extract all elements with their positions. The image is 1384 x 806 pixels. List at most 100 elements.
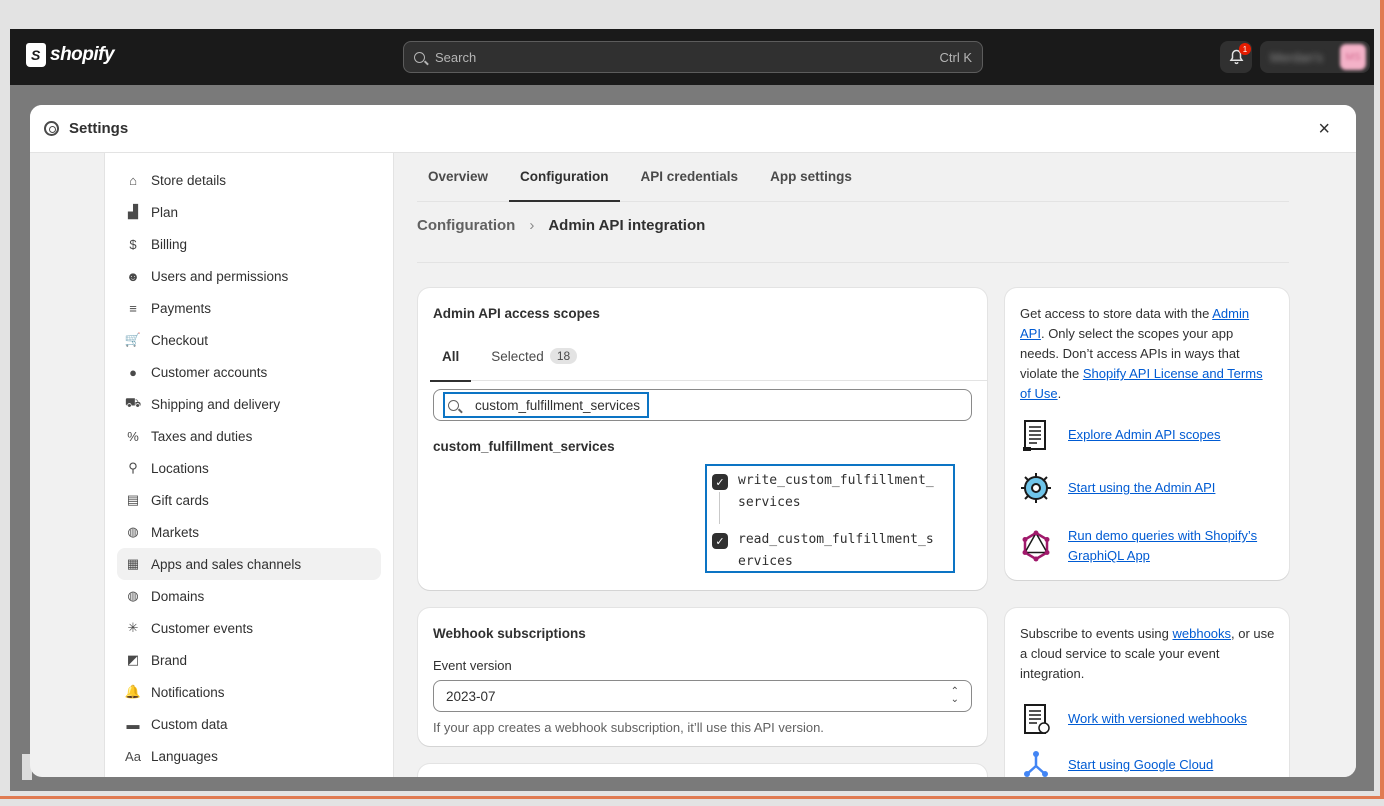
sidebar-item-label: Plan xyxy=(151,204,179,220)
webhooks-link[interactable]: webhooks xyxy=(1172,626,1231,641)
language-icon: Aa xyxy=(125,748,141,764)
breadcrumb-current: Admin API integration xyxy=(548,217,706,234)
sidebar-item-label: Locations xyxy=(151,460,209,476)
window-bottom-edge xyxy=(0,796,1384,806)
sidebar-item-label: Notifications xyxy=(151,684,225,700)
admin-api-info-text: Get access to store data with the Admin … xyxy=(1020,304,1275,404)
sidebar-item-plan[interactable]: ▟ Plan xyxy=(117,196,381,228)
notifications-button[interactable]: 1 xyxy=(1220,41,1252,73)
sidebar-item-label: Customer accounts xyxy=(151,364,268,380)
event-version-value: 2023-07 xyxy=(446,688,496,704)
scope-tab-all[interactable]: All xyxy=(430,331,472,382)
account-menu-button[interactable]: Merdan's MS xyxy=(1260,41,1370,73)
users-icon: ☻ xyxy=(126,268,140,284)
globe-icon: ◍ xyxy=(127,524,139,539)
gift-card-icon: ▤ xyxy=(126,492,140,507)
breadcrumb-parent-link[interactable]: Configuration xyxy=(417,217,515,234)
tab-overview[interactable]: Overview xyxy=(417,152,499,201)
resource-explore-scopes[interactable]: Explore Admin API scopes xyxy=(1020,418,1278,452)
sidebar-item-label: Checkout xyxy=(151,332,209,348)
settings-sidebar: ⌂ Store details ▟ Plan $ Billing ☻ Users and pe… xyxy=(104,153,394,777)
webhook-card-title: Webhook subscriptions xyxy=(433,626,586,641)
billing-icon: $ xyxy=(129,236,137,252)
info-text-part: . xyxy=(1057,386,1062,401)
tab-configuration[interactable]: Configuration xyxy=(509,152,621,202)
sidebar-item-label: Brand xyxy=(151,652,188,668)
global-search-input[interactable]: Search Ctrl K xyxy=(403,41,983,73)
resource-start-admin-api[interactable]: Start using the Admin API xyxy=(1020,471,1278,505)
event-version-label: Event version xyxy=(433,658,512,673)
sidebar-item-label: Users and permissions xyxy=(151,268,289,284)
sidebar-item-label: Gift cards xyxy=(151,492,209,508)
sidebar-item-payments[interactable]: ≡ Payments xyxy=(117,292,381,324)
webhook-info-text: Subscribe to events using webhooks, or u… xyxy=(1020,624,1275,684)
scope-group-title: custom_fulfillment_services xyxy=(433,439,615,454)
sidebar-item-label: Apps and sales channels xyxy=(151,556,302,572)
notification-badge: 1 xyxy=(1239,43,1251,55)
sidebar-item-label: Custom data xyxy=(151,716,228,732)
event-version-select[interactable]: 2023-07 ⌃ ⌄ xyxy=(433,680,972,712)
avatar: MS xyxy=(1340,44,1366,70)
top-bar: shopify Search Ctrl K 1 Merdan's MS xyxy=(10,29,1374,85)
sidebar-item-checkout[interactable]: 🛒 Checkout xyxy=(117,324,381,356)
sidebar-item-customer-accounts[interactable]: ● Customer accounts xyxy=(117,356,381,388)
sidebar-item-domains[interactable]: ◍ Domains xyxy=(117,580,381,612)
scope-tab-all-label: All xyxy=(442,348,460,364)
selected-count-badge: 18 xyxy=(549,348,578,364)
sidebar-item-markets[interactable]: ◍ Markets xyxy=(117,516,381,548)
event-version-help: If your app creates a webhook subscripti… xyxy=(433,720,824,735)
tab-api-credentials[interactable]: API credentials xyxy=(630,152,750,201)
sidebar-item-store-details[interactable]: ⌂ Store details xyxy=(117,164,381,196)
shopify-logo[interactable]: shopify xyxy=(26,43,115,67)
sidebar-item-taxes-and-duties[interactable]: % Taxes and duties xyxy=(117,420,381,452)
resource-link-label: Work with versioned webhooks xyxy=(1068,711,1247,726)
resource-google-cloud[interactable]: Start using Google Cloud xyxy=(1020,748,1278,777)
read-scope-label[interactable]: read_custom_fulfillment_services xyxy=(738,529,938,573)
write-scope-label[interactable]: write_custom_fulfillment_services xyxy=(738,470,938,514)
sidebar-item-gift-cards[interactable]: ▤ Gift cards xyxy=(117,484,381,516)
sidebar-item-notifications[interactable]: 🔔 Notifications xyxy=(117,676,381,708)
sidebar-item-languages[interactable]: Aa Languages xyxy=(117,740,381,772)
sidebar-item-apps-and-sales-channels[interactable]: ▦ Apps and sales channels xyxy=(117,548,381,580)
scopes-card-title: Admin API access scopes xyxy=(433,306,600,321)
folder-icon: ▬ xyxy=(126,716,140,732)
sidebar-item-brand[interactable]: ◩ Brand xyxy=(117,644,381,676)
app-tabs: Overview Configuration API credentials A… xyxy=(417,153,1289,202)
scope-filter-tabs: All Selected 18 xyxy=(430,331,987,382)
gear-badge-icon xyxy=(1021,473,1051,503)
search-icon xyxy=(448,399,459,411)
permissions-highlight-box: ✓ write_custom_fulfillment_services ✓ re… xyxy=(705,464,955,573)
brand-icon: ◩ xyxy=(126,652,140,667)
resource-versioned-webhooks[interactable]: Work with versioned webhooks xyxy=(1020,702,1278,736)
sidebar-item-label: Domains xyxy=(151,588,205,604)
sidebar-item-label: Customer events xyxy=(151,620,254,636)
read-scope-checkbox[interactable]: ✓ xyxy=(712,533,728,549)
sidebar-item-users-and-permissions[interactable]: ☻ Users and permissions xyxy=(117,260,381,292)
sidebar-item-customer-events[interactable]: ✳ Customer events xyxy=(117,612,381,644)
scope-tab-selected[interactable]: Selected 18 xyxy=(479,331,589,381)
sidebar-item-shipping-and-delivery[interactable]: ⛟ Shipping and delivery xyxy=(117,388,381,420)
sidebar-item-label: Billing xyxy=(151,236,188,252)
graphql-icon xyxy=(1022,530,1050,562)
info-text-part: Get access to store data with the xyxy=(1020,306,1213,321)
info-text-part: Subscribe to events using xyxy=(1020,626,1173,641)
sidebar-item-billing[interactable]: $ Billing xyxy=(117,228,381,260)
scroll-icon xyxy=(1023,420,1046,451)
write-scope-checkbox[interactable]: ✓ xyxy=(712,474,728,490)
next-card xyxy=(418,764,987,777)
chevron-right-icon: › xyxy=(529,217,535,234)
sidebar-item-label: Languages xyxy=(151,748,218,764)
tab-app-settings[interactable]: App settings xyxy=(759,152,863,201)
sidebar-item-locations[interactable]: ⚲ Locations xyxy=(117,452,381,484)
close-button[interactable]: × xyxy=(1318,118,1330,141)
sidebar-item-custom-data[interactable]: ▬ Custom data xyxy=(117,708,381,740)
search-highlight-box xyxy=(443,392,649,418)
payments-icon: ≡ xyxy=(129,300,137,316)
permission-connector xyxy=(719,492,720,524)
cursor-icon: ✳ xyxy=(127,620,139,635)
cloud-icon xyxy=(1024,751,1048,777)
webhook-info-card: Subscribe to events using webhooks, or u… xyxy=(1005,608,1289,777)
resource-graphiql[interactable]: Run demo queries with Shopify’s GraphiQL… xyxy=(1020,526,1278,566)
scope-search-input[interactable]: custom_fulfillment_services xyxy=(433,389,972,421)
bell-icon: 🔔 xyxy=(124,684,142,699)
